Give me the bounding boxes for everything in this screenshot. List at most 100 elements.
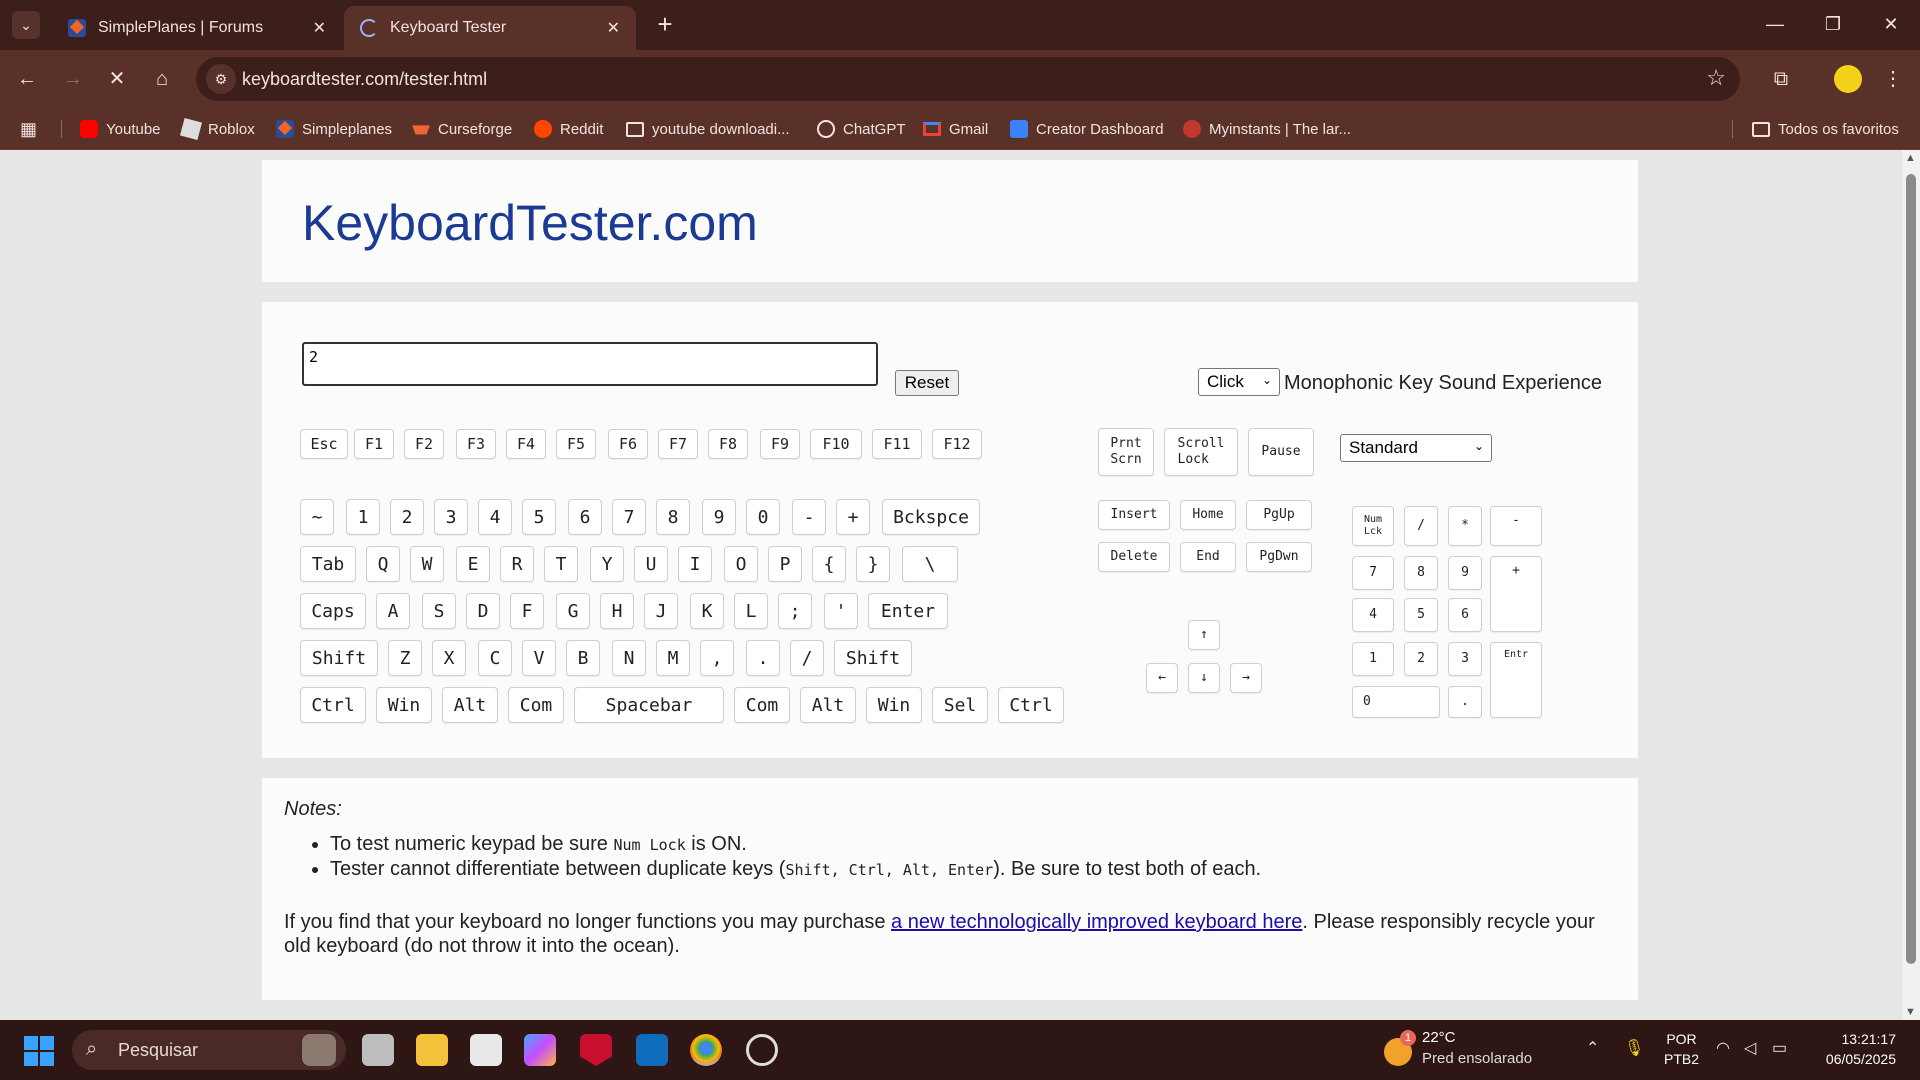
key-shift[interactable]: Shift (834, 640, 912, 676)
key-y[interactable]: Y (590, 546, 624, 582)
clock[interactable]: 13:21:17 06/05/2025 (1826, 1029, 1896, 1069)
key-symbol[interactable]: + (836, 499, 870, 535)
key-symbol[interactable]: ' (824, 593, 858, 629)
key-f9[interactable]: F9 (760, 429, 800, 459)
bookmark-myinstants[interactable]: Myinstants | The lar... (1183, 116, 1351, 142)
key-scroll-lock[interactable]: Scroll Lock (1164, 428, 1238, 476)
key-h[interactable]: H (600, 593, 634, 629)
apps-button[interactable]: ▦ (20, 116, 37, 142)
key-a[interactable]: A (376, 593, 410, 629)
tab-simpleplanes[interactable]: SimplePlanes | Forums ✕ (52, 6, 342, 50)
key-6[interactable]: 6 (1448, 598, 1482, 632)
key-3[interactable]: 3 (434, 499, 468, 535)
stop-button[interactable]: ✕ (100, 62, 134, 96)
key-8[interactable]: 8 (656, 499, 690, 535)
keyboard-purchase-link[interactable]: a new technologically improved keyboard … (891, 911, 1302, 933)
key-symbol[interactable]: ~ (300, 499, 334, 535)
key-bckspce[interactable]: Bckspce (882, 499, 980, 535)
key-symbol[interactable]: - (792, 499, 826, 535)
key-home[interactable]: Home (1180, 500, 1236, 530)
key-pgup[interactable]: PgUp (1246, 500, 1312, 530)
task-view-icon[interactable] (362, 1034, 394, 1066)
key-e[interactable]: E (456, 546, 490, 582)
microsoft-store-icon[interactable] (470, 1034, 502, 1066)
close-window-button[interactable]: ✕ (1868, 8, 1914, 40)
key-win[interactable]: Win (376, 687, 432, 723)
key-0[interactable]: 0 (1352, 686, 1440, 718)
key-symbol[interactable]: ← (1146, 663, 1178, 693)
key-f4[interactable]: F4 (506, 429, 546, 459)
bookmark-roblox[interactable]: Roblox (179, 116, 255, 142)
tab-search-button[interactable]: ⌄ (12, 11, 40, 39)
key-8[interactable]: 8 (1404, 556, 1438, 590)
weather-description[interactable]: Pred ensolarado (1422, 1050, 1532, 1067)
key-symbol[interactable]: * (1448, 506, 1482, 546)
key-symbol[interactable]: . (746, 640, 780, 676)
key-m[interactable]: M (656, 640, 690, 676)
obs-icon[interactable] (746, 1034, 778, 1066)
key-alt[interactable]: Alt (442, 687, 498, 723)
scroll-down-icon[interactable]: ▼ (1905, 1006, 1916, 1018)
tab-keyboard-tester[interactable]: Keyboard Tester ✕ (344, 6, 636, 50)
site-info-icon[interactable]: ⚙ (206, 64, 236, 94)
key-4[interactable]: 4 (1352, 598, 1394, 632)
microphone-icon[interactable]: 🎙 (1624, 1038, 1644, 1058)
key-symbol[interactable]: ↑ (1188, 620, 1220, 650)
key-com[interactable]: Com (508, 687, 564, 723)
key-g[interactable]: G (556, 593, 590, 629)
key-symbol[interactable]: / (790, 640, 824, 676)
reset-button[interactable]: Reset (895, 370, 959, 396)
key-delete[interactable]: Delete (1098, 542, 1170, 572)
key-f1[interactable]: F1 (354, 429, 394, 459)
key-j[interactable]: J (644, 593, 678, 629)
language-indicator[interactable]: POR PTB2 (1664, 1029, 1699, 1069)
key-com[interactable]: Com (734, 687, 790, 723)
key-caps[interactable]: Caps (300, 593, 366, 629)
key-t[interactable]: T (544, 546, 578, 582)
extensions-button[interactable]: ⧉ (1764, 62, 1798, 96)
key-symbol[interactable]: → (1230, 663, 1262, 693)
back-button[interactable]: ← (10, 62, 44, 96)
file-explorer-icon[interactable] (416, 1034, 448, 1066)
home-button[interactable]: ⌂ (145, 62, 179, 96)
bookmark-simpleplanes[interactable]: Simpleplanes (276, 116, 392, 142)
new-tab-button[interactable]: + (650, 10, 680, 40)
key-num-lck[interactable]: Num Lck (1352, 506, 1394, 546)
key-f5[interactable]: F5 (556, 429, 596, 459)
page-scrollbar[interactable]: ▲ ▼ (1902, 150, 1920, 1020)
profile-avatar[interactable] (1834, 65, 1862, 93)
key-f[interactable]: F (510, 593, 544, 629)
key-entr[interactable]: Entr (1490, 642, 1542, 718)
key-pgdwn[interactable]: PgDwn (1246, 542, 1312, 572)
key-esc[interactable]: Esc (300, 429, 348, 459)
key-9[interactable]: 9 (702, 499, 736, 535)
bookmark-gmail[interactable]: Gmail (923, 116, 988, 142)
outlook-icon[interactable] (636, 1034, 668, 1066)
taskbar-search[interactable]: ⌕ Pesquisar (72, 1030, 346, 1070)
key-symbol[interactable]: . (1448, 686, 1482, 718)
scroll-up-icon[interactable]: ▲ (1905, 152, 1916, 164)
key-end[interactable]: End (1180, 542, 1236, 572)
key-alt[interactable]: Alt (800, 687, 856, 723)
key-tab[interactable]: Tab (300, 546, 356, 582)
key-l[interactable]: L (734, 593, 768, 629)
battery-icon[interactable]: ▭ (1772, 1038, 1787, 1058)
key-f8[interactable]: F8 (708, 429, 748, 459)
key-symbol[interactable]: ; (778, 593, 812, 629)
key-5[interactable]: 5 (522, 499, 556, 535)
key-spacebar[interactable]: Spacebar (574, 687, 724, 723)
key-prnt-scrn[interactable]: Prnt Scrn (1098, 428, 1154, 476)
close-tab-icon[interactable]: ✕ (607, 18, 620, 38)
mcafee-icon[interactable] (580, 1034, 612, 1066)
weather-temperature[interactable]: 22°C (1422, 1029, 1456, 1046)
key-s[interactable]: S (422, 593, 456, 629)
test-input-textarea[interactable]: 2 (302, 342, 878, 386)
key-x[interactable]: X (432, 640, 466, 676)
key-f11[interactable]: F11 (872, 429, 922, 459)
key-win[interactable]: Win (866, 687, 922, 723)
key-symbol[interactable]: , (700, 640, 734, 676)
key-2[interactable]: 2 (1404, 642, 1438, 676)
wifi-icon[interactable]: ◠ (1716, 1038, 1730, 1058)
key-7[interactable]: 7 (1352, 556, 1394, 590)
url-text[interactable]: keyboardtester.com/tester.html (242, 69, 487, 90)
